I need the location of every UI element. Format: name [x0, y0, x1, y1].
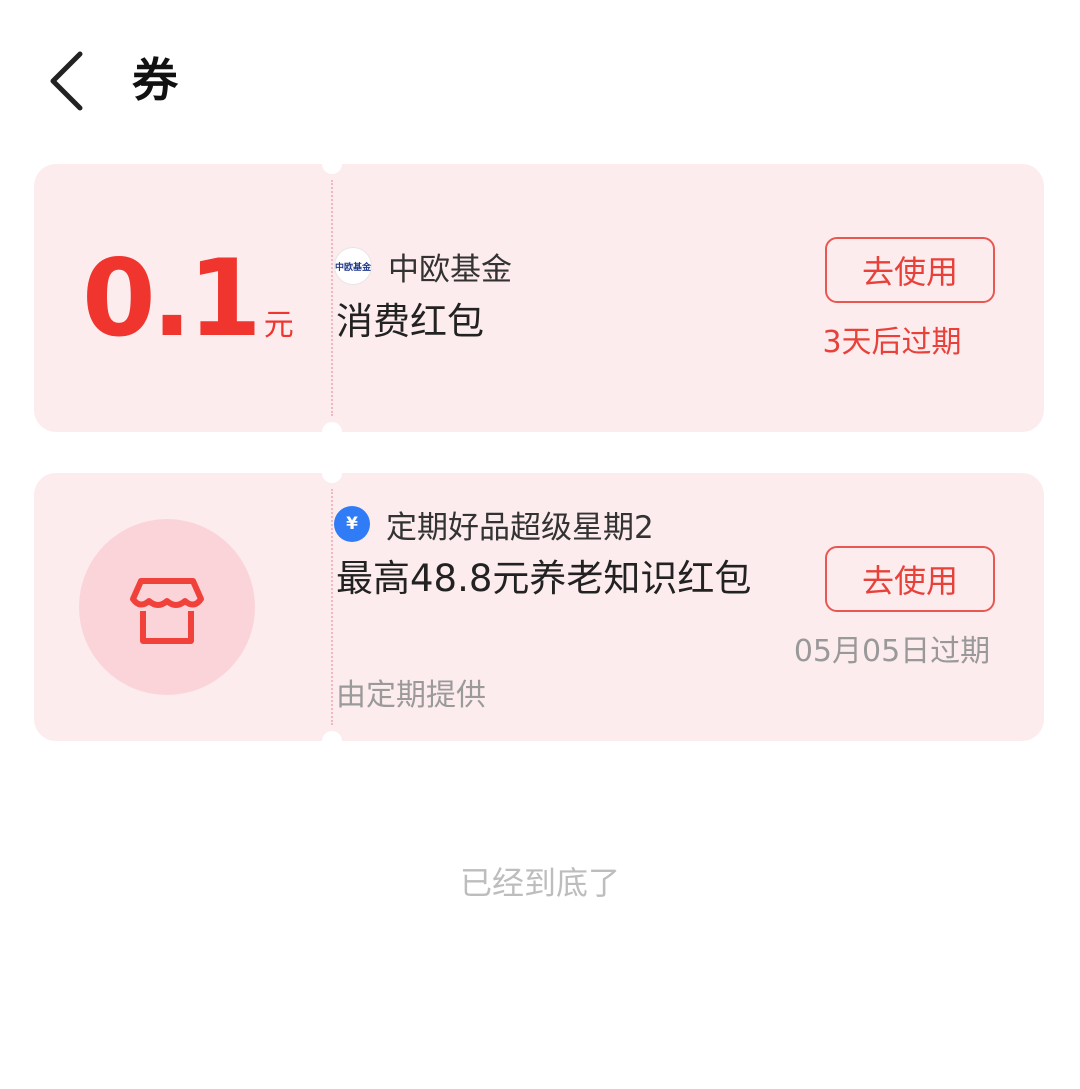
- money-bag-icon: ¥: [334, 506, 370, 542]
- header: 券: [0, 0, 1080, 160]
- coupon-card: 0.1 元 中欧基金 中欧基金 消费红包 去使用 3天后过期: [34, 154, 1044, 442]
- use-button[interactable]: 去使用: [825, 546, 995, 612]
- expiry-text: 3天后过期: [822, 325, 962, 360]
- coupon-card: ¥ 定期好品超级星期2 最高48.8元养老知识红包 由定期提供 去使用 05月0…: [34, 463, 1044, 751]
- coupon-name: 最高48.8元养老知识红包: [336, 557, 752, 600]
- brand-row: ¥ 定期好品超级星期2: [334, 504, 654, 546]
- brand-name: 定期好品超级星期2: [386, 509, 654, 546]
- amount-value: 0.1: [82, 237, 262, 360]
- ticket-notch: [322, 422, 342, 442]
- provider-text: 由定期提供: [336, 678, 486, 713]
- expiry-text: 05月05日过期: [793, 634, 991, 669]
- brand-row: 中欧基金 中欧基金: [334, 246, 512, 288]
- ticket-notch: [322, 463, 342, 483]
- coupon-amount: 0.1 元: [82, 244, 322, 354]
- brand-logo-icon: 中欧基金: [334, 247, 372, 285]
- ticket-notch: [322, 154, 342, 174]
- perforation-divider: [331, 180, 333, 416]
- perforation-divider: [331, 489, 333, 725]
- back-button[interactable]: [40, 44, 110, 116]
- coupon-name: 消费红包: [336, 300, 484, 343]
- page-title: 券: [132, 53, 178, 107]
- store-icon-badge: [79, 519, 255, 695]
- chevron-left-icon: [50, 51, 83, 111]
- ticket-notch: [322, 731, 342, 751]
- amount-unit: 元: [263, 308, 294, 343]
- use-button[interactable]: 去使用: [825, 237, 995, 303]
- store-icon: [130, 578, 204, 644]
- end-of-list-text: 已经到底了: [459, 864, 620, 902]
- brand-name: 中欧基金: [388, 251, 512, 288]
